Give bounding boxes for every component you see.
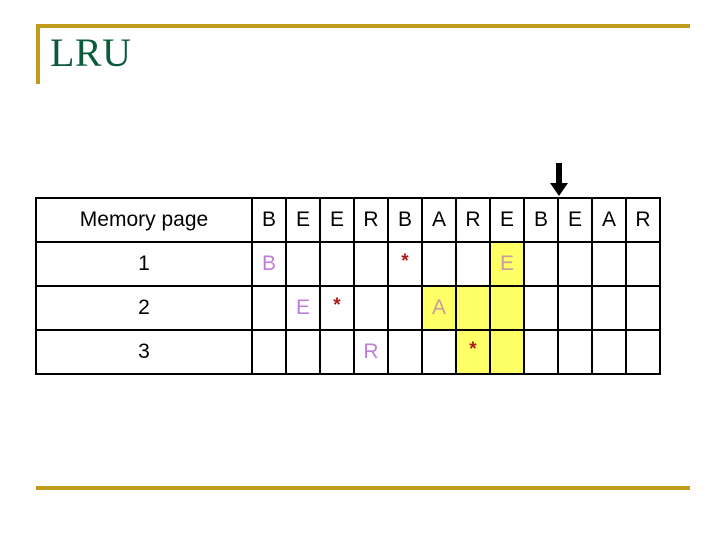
frame-content-cell bbox=[455, 285, 491, 331]
reference-letter: E bbox=[329, 208, 344, 231]
reference-string-cell: R bbox=[455, 197, 491, 243]
frame-content-cell bbox=[625, 329, 661, 375]
left-rule bbox=[36, 24, 40, 84]
reference-string-cell: E bbox=[489, 197, 525, 243]
lru-table-container: Memory page B E E R B A R E B E A R 1 B * E 2 E * A 3 R * bbox=[35, 197, 661, 375]
frame-content-cell bbox=[353, 241, 389, 287]
page-letter: E bbox=[499, 252, 514, 275]
frame-content-cell bbox=[591, 241, 627, 287]
frame-content-cell bbox=[591, 285, 627, 331]
frame-content-cell bbox=[421, 329, 457, 375]
frame-content-cell bbox=[489, 285, 525, 331]
frame-content-cell: R bbox=[353, 329, 389, 375]
reference-string-cell: R bbox=[625, 197, 661, 243]
frame-content-cell bbox=[523, 329, 559, 375]
reference-letter: B bbox=[261, 208, 276, 231]
frame-content-cell bbox=[557, 285, 593, 331]
replacement-asterisk: * bbox=[469, 339, 477, 360]
top-rule bbox=[36, 24, 690, 28]
reference-letter: R bbox=[465, 208, 481, 231]
reference-letter: E bbox=[295, 208, 310, 231]
frame-content-cell bbox=[421, 241, 457, 287]
arrow-down-icon bbox=[548, 163, 570, 197]
victim-marker-cell: * bbox=[387, 241, 423, 287]
reference-string-cell: E bbox=[319, 197, 355, 243]
frame-content-cell bbox=[285, 241, 321, 287]
frame-number-label: 3 bbox=[35, 329, 253, 375]
frame-content-cell bbox=[557, 329, 593, 375]
frame-content-cell bbox=[625, 241, 661, 287]
page-title: LRU bbox=[50, 30, 132, 75]
replacement-asterisk: * bbox=[333, 295, 341, 316]
lru-table: Memory page B E E R B A R E B E A R 1 B * E 2 E * A 3 R * bbox=[35, 197, 661, 375]
table-header-row: Memory page B E E R B A R E B E A R bbox=[35, 197, 661, 243]
frame-content-cell bbox=[353, 285, 389, 331]
frame-content-cell bbox=[625, 285, 661, 331]
frame-content-cell bbox=[251, 285, 287, 331]
reference-letter: E bbox=[567, 208, 582, 231]
replacement-asterisk: * bbox=[401, 251, 409, 272]
memory-page-header-label: Memory page bbox=[35, 197, 253, 243]
frame-content-cell: B bbox=[251, 241, 287, 287]
reference-letter: R bbox=[635, 208, 651, 231]
frame-content-cell bbox=[455, 241, 491, 287]
reference-letter: B bbox=[533, 208, 548, 231]
reference-letter: E bbox=[499, 208, 514, 231]
frame-content-cell bbox=[251, 329, 287, 375]
reference-string-cell: E bbox=[285, 197, 321, 243]
frame-content-cell bbox=[523, 241, 559, 287]
frame-content-cell: A bbox=[421, 285, 457, 331]
frame-content-cell: E bbox=[489, 241, 525, 287]
frame-content-cell bbox=[387, 329, 423, 375]
table-row: 3 R * bbox=[35, 329, 661, 375]
reference-string-cell: B bbox=[251, 197, 287, 243]
slide: LRU Memory page B E E R B A R E B E A R 1 B * E 2 E * A 3 R * bbox=[0, 0, 720, 540]
frame-number-label: 1 bbox=[35, 241, 253, 287]
frame-content-cell bbox=[285, 329, 321, 375]
reference-string-cell: A bbox=[591, 197, 627, 243]
reference-string-cell: B bbox=[523, 197, 559, 243]
frame-content-cell bbox=[319, 329, 355, 375]
reference-letter: B bbox=[397, 208, 412, 231]
reference-string-cell: B bbox=[387, 197, 423, 243]
frame-number-label: 2 bbox=[35, 285, 253, 331]
page-letter: E bbox=[295, 296, 310, 319]
table-row: 1 B * E bbox=[35, 241, 661, 287]
frame-content-cell bbox=[523, 285, 559, 331]
frame-content-cell bbox=[387, 285, 423, 331]
victim-marker-cell: * bbox=[319, 285, 355, 331]
reference-letter: A bbox=[601, 208, 616, 231]
frame-content-cell: E bbox=[285, 285, 321, 331]
page-letter: B bbox=[261, 252, 276, 275]
bottom-rule bbox=[36, 486, 690, 490]
table-row: 2 E * A bbox=[35, 285, 661, 331]
reference-letter: R bbox=[363, 208, 379, 231]
page-letter: R bbox=[363, 340, 379, 363]
victim-marker-cell: * bbox=[455, 329, 491, 375]
frame-content-cell bbox=[319, 241, 355, 287]
reference-string-cell: E bbox=[557, 197, 593, 243]
page-letter: A bbox=[431, 296, 446, 319]
frame-content-cell bbox=[591, 329, 627, 375]
frame-content-cell bbox=[557, 241, 593, 287]
reference-string-cell: R bbox=[353, 197, 389, 243]
reference-string-cell: A bbox=[421, 197, 457, 243]
reference-letter: A bbox=[431, 208, 446, 231]
frame-content-cell bbox=[489, 329, 525, 375]
